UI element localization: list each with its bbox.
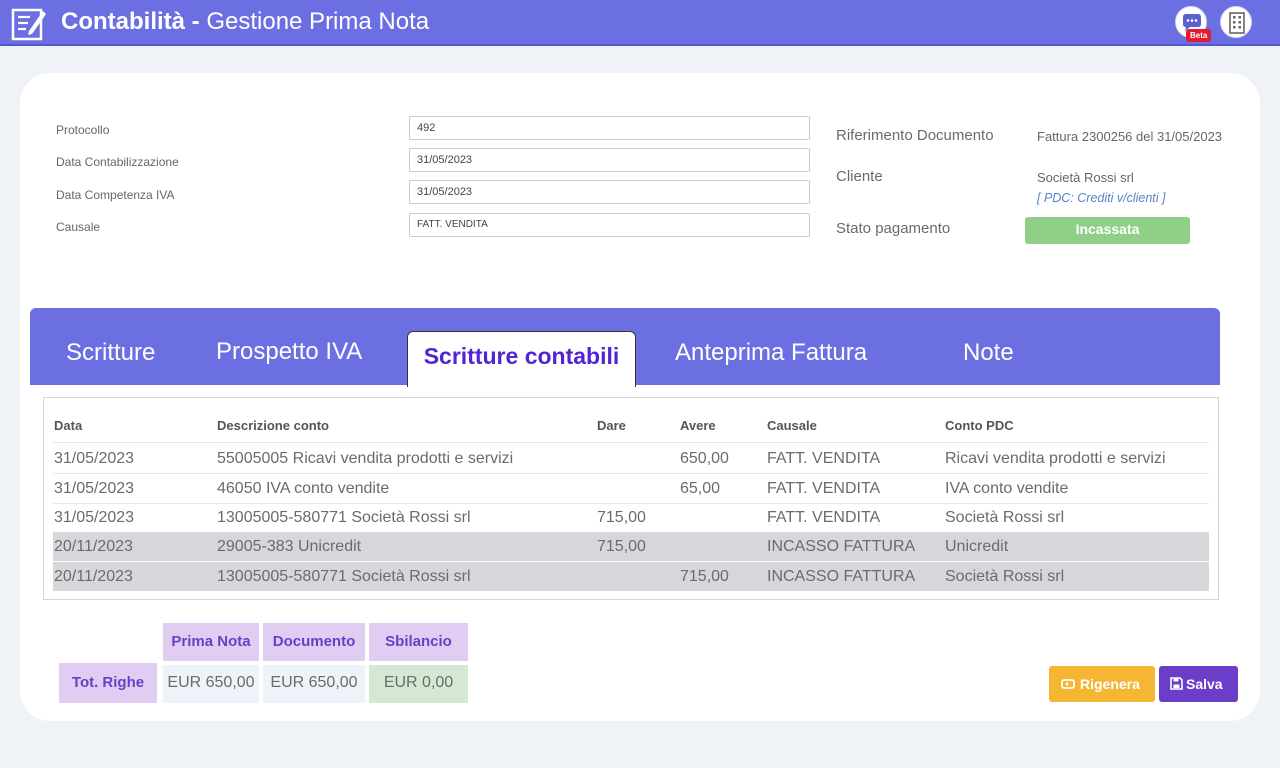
- data-contabilizzazione-input[interactable]: 31/05/2023: [409, 148, 810, 172]
- column-header-avere[interactable]: Avere: [680, 418, 716, 433]
- rigenera-button[interactable]: Rigenera: [1049, 666, 1155, 702]
- salva-label: Salva: [1186, 676, 1223, 692]
- totals-header-sbilancio: Sbilancio: [369, 623, 468, 661]
- company-button[interactable]: [1220, 6, 1252, 38]
- totals-header-documento: Documento: [263, 623, 365, 661]
- refresh-icon: [1061, 679, 1075, 689]
- cell-descrizione: 29005-383 Unicredit: [217, 538, 362, 555]
- riferimento-label: Riferimento Documento: [836, 127, 994, 144]
- cell-causale: INCASSO FATTURA: [767, 568, 916, 585]
- cell-descrizione: 55005005 Ricavi vendita prodotti e servi…: [217, 450, 514, 467]
- column-header-causale[interactable]: Causale: [767, 418, 817, 433]
- totals-header-prima-nota: Prima Nota: [163, 623, 259, 661]
- riferimento-value: Fattura 2300256 del 31/05/2023: [1037, 129, 1223, 144]
- cell-descrizione: 13005005-580771 Società Rossi srl: [217, 509, 471, 526]
- save-icon: [1170, 677, 1183, 690]
- totals-sbilancio-value: EUR 0,00: [369, 665, 468, 703]
- cliente-value: Società Rossi srl: [1037, 170, 1134, 185]
- page-title-bold: Contabilità -: [61, 8, 207, 35]
- top-bar: Contabilità - Gestione Prima Nota: [0, 0, 1280, 46]
- table-row[interactable]: 31/05/2023 13005005-580771 Società Rossi …: [53, 503, 1209, 532]
- cell-avere: 715,00: [680, 568, 729, 585]
- column-header-descrizione[interactable]: Descrizione conto: [217, 418, 329, 433]
- page-title-rest: Gestione Prima Nota: [206, 8, 430, 35]
- cell-data: 31/05/2023: [54, 480, 135, 497]
- pdc-link[interactable]: [ PDC: Crediti v/clienti ]: [1037, 191, 1166, 205]
- cell-causale: FATT. VENDITA: [767, 450, 881, 467]
- cell-avere: 65,00: [680, 480, 721, 497]
- cell-data: 31/05/2023: [54, 509, 135, 526]
- cell-data: 31/05/2023: [54, 450, 135, 467]
- totals-row-label: Tot. Righe: [59, 663, 157, 703]
- tab-note[interactable]: Note: [963, 332, 1014, 374]
- cell-data: 20/11/2023: [54, 538, 133, 555]
- cell-dare: 715,00: [597, 538, 646, 555]
- protocollo-input[interactable]: 492: [409, 116, 810, 140]
- cell-conto-pdc: Ricavi vendita prodotti e servizi: [945, 450, 1166, 467]
- totals-prima-nota-value: EUR 650,00: [163, 665, 259, 703]
- header-divider: [53, 442, 1209, 443]
- stato-pagamento-badge: Incassata: [1025, 217, 1190, 244]
- cell-data: 20/11/2023: [54, 568, 133, 585]
- table-row[interactable]: 20/11/2023 29005-383 Unicredit 715,00 INCAS…: [53, 532, 1209, 561]
- data-contabilizzazione-label: Data Contabilizzazione: [56, 155, 179, 169]
- cell-conto-pdc: IVA conto vendite: [945, 480, 1069, 497]
- totals-documento-value: EUR 650,00: [263, 665, 365, 703]
- column-header-dare[interactable]: Dare: [597, 418, 626, 433]
- cell-dare: 715,00: [597, 509, 646, 526]
- cell-conto-pdc: Unicredit: [945, 538, 1009, 555]
- tab-scritture-contabili[interactable]: Scritture contabili: [407, 331, 636, 387]
- data-competenza-input[interactable]: 31/05/2023: [409, 180, 810, 204]
- cell-causale: FATT. VENDITA: [767, 509, 881, 526]
- tab-anteprima-fattura[interactable]: Anteprima Fattura: [675, 332, 867, 374]
- tab-prospetto-iva[interactable]: Prospetto IVA: [216, 331, 362, 373]
- cliente-label: Cliente: [836, 168, 883, 185]
- rigenera-label: Rigenera: [1080, 676, 1140, 692]
- cell-descrizione: 13005005-580771 Società Rossi srl: [217, 568, 471, 585]
- cell-conto-pdc: Società Rossi srl: [945, 568, 1065, 585]
- protocollo-label: Protocollo: [56, 123, 110, 137]
- building-icon: [1229, 12, 1245, 34]
- tab-scritture[interactable]: Scritture: [66, 332, 155, 374]
- causale-input[interactable]: FATT. VENDITA: [409, 213, 810, 237]
- cell-conto-pdc: Società Rossi srl: [945, 509, 1065, 526]
- stato-pagamento-label: Stato pagamento: [836, 220, 951, 237]
- column-header-data[interactable]: Data: [54, 418, 82, 433]
- table-row[interactable]: 31/05/2023 55005005 Ricavi vendita prodot…: [53, 444, 1209, 473]
- salva-button[interactable]: Salva: [1159, 666, 1238, 702]
- cell-causale: INCASSO FATTURA: [767, 538, 916, 555]
- beta-badge: Beta: [1186, 29, 1212, 42]
- table-row[interactable]: 31/05/2023 46050 IVA conto vendite 65,00 FA…: [53, 474, 1209, 503]
- column-header-conto-pdc[interactable]: Conto PDC: [945, 418, 1014, 433]
- table-row[interactable]: 20/11/2023 13005005-580771 Società Rossi …: [53, 562, 1209, 591]
- causale-label: Causale: [56, 220, 101, 234]
- document-edit-icon: [11, 8, 46, 41]
- page-title: Contabilità - Gestione Prima Nota: [61, 8, 429, 36]
- cell-avere: 650,00: [680, 450, 729, 467]
- data-competenza-label: Data Competenza IVA: [56, 188, 175, 202]
- cell-descrizione: 46050 IVA conto vendite: [217, 480, 390, 497]
- cell-causale: FATT. VENDITA: [767, 480, 881, 497]
